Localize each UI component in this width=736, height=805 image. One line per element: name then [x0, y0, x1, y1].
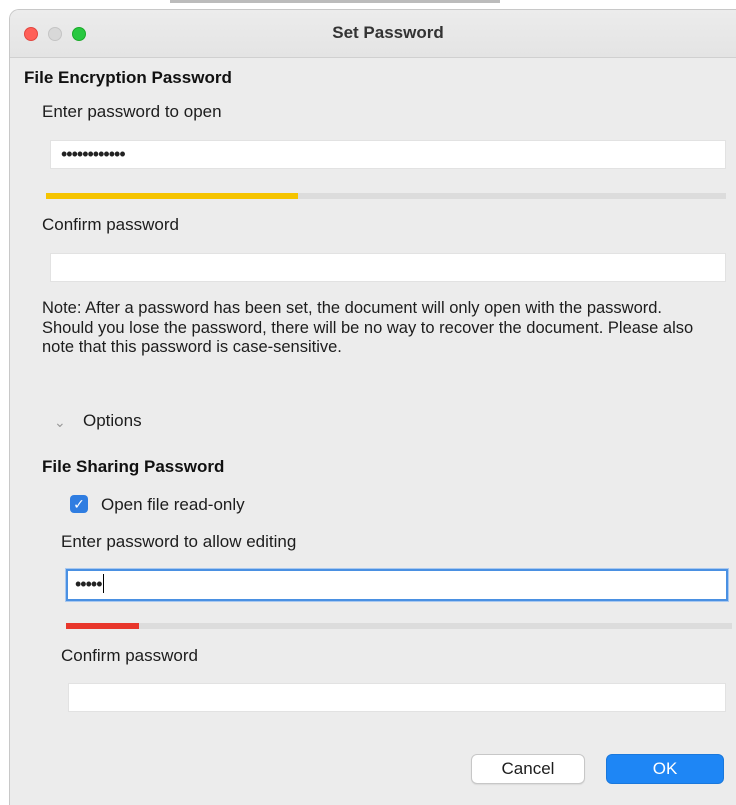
- ok-button[interactable]: OK: [606, 754, 724, 784]
- title-bar: Set Password: [10, 10, 736, 58]
- set-password-dialog: Set Password File Encryption Password En…: [9, 9, 736, 805]
- background-window-edge: [170, 0, 500, 3]
- open-password-value: ••••••••••••: [61, 144, 126, 164]
- confirm-password-field[interactable]: [50, 253, 726, 282]
- sharing-confirm-password-label: Confirm password: [61, 646, 198, 665]
- sharing-heading: File Sharing Password: [42, 457, 225, 476]
- open-password-label: Enter password to open: [42, 102, 222, 121]
- checkmark-icon: ✓: [73, 496, 85, 512]
- open-password-field[interactable]: ••••••••••••: [50, 140, 726, 169]
- read-only-label[interactable]: Open file read-only: [101, 495, 245, 515]
- edit-password-strength-fill: [66, 623, 140, 629]
- edit-password-strength-meter: [66, 623, 732, 629]
- sharing-confirm-password-field[interactable]: [68, 683, 726, 712]
- edit-password-value: •••••: [75, 574, 102, 594]
- options-expander[interactable]: Options: [83, 411, 142, 431]
- edit-password-field[interactable]: •••••: [66, 569, 728, 601]
- cancel-button[interactable]: Cancel: [471, 754, 585, 784]
- text-caret: [102, 574, 104, 593]
- confirm-password-label: Confirm password: [42, 215, 179, 234]
- chevron-down-icon[interactable]: ⌄: [54, 414, 66, 431]
- encryption-heading: File Encryption Password: [24, 68, 232, 87]
- password-note: Note: After a password has been set, the…: [42, 299, 694, 356]
- dialog-title: Set Password: [332, 23, 444, 42]
- open-password-strength-fill: [46, 193, 298, 199]
- open-password-strength-meter: [46, 193, 726, 199]
- read-only-checkbox[interactable]: ✓: [70, 495, 88, 513]
- edit-password-label: Enter password to allow editing: [61, 532, 297, 551]
